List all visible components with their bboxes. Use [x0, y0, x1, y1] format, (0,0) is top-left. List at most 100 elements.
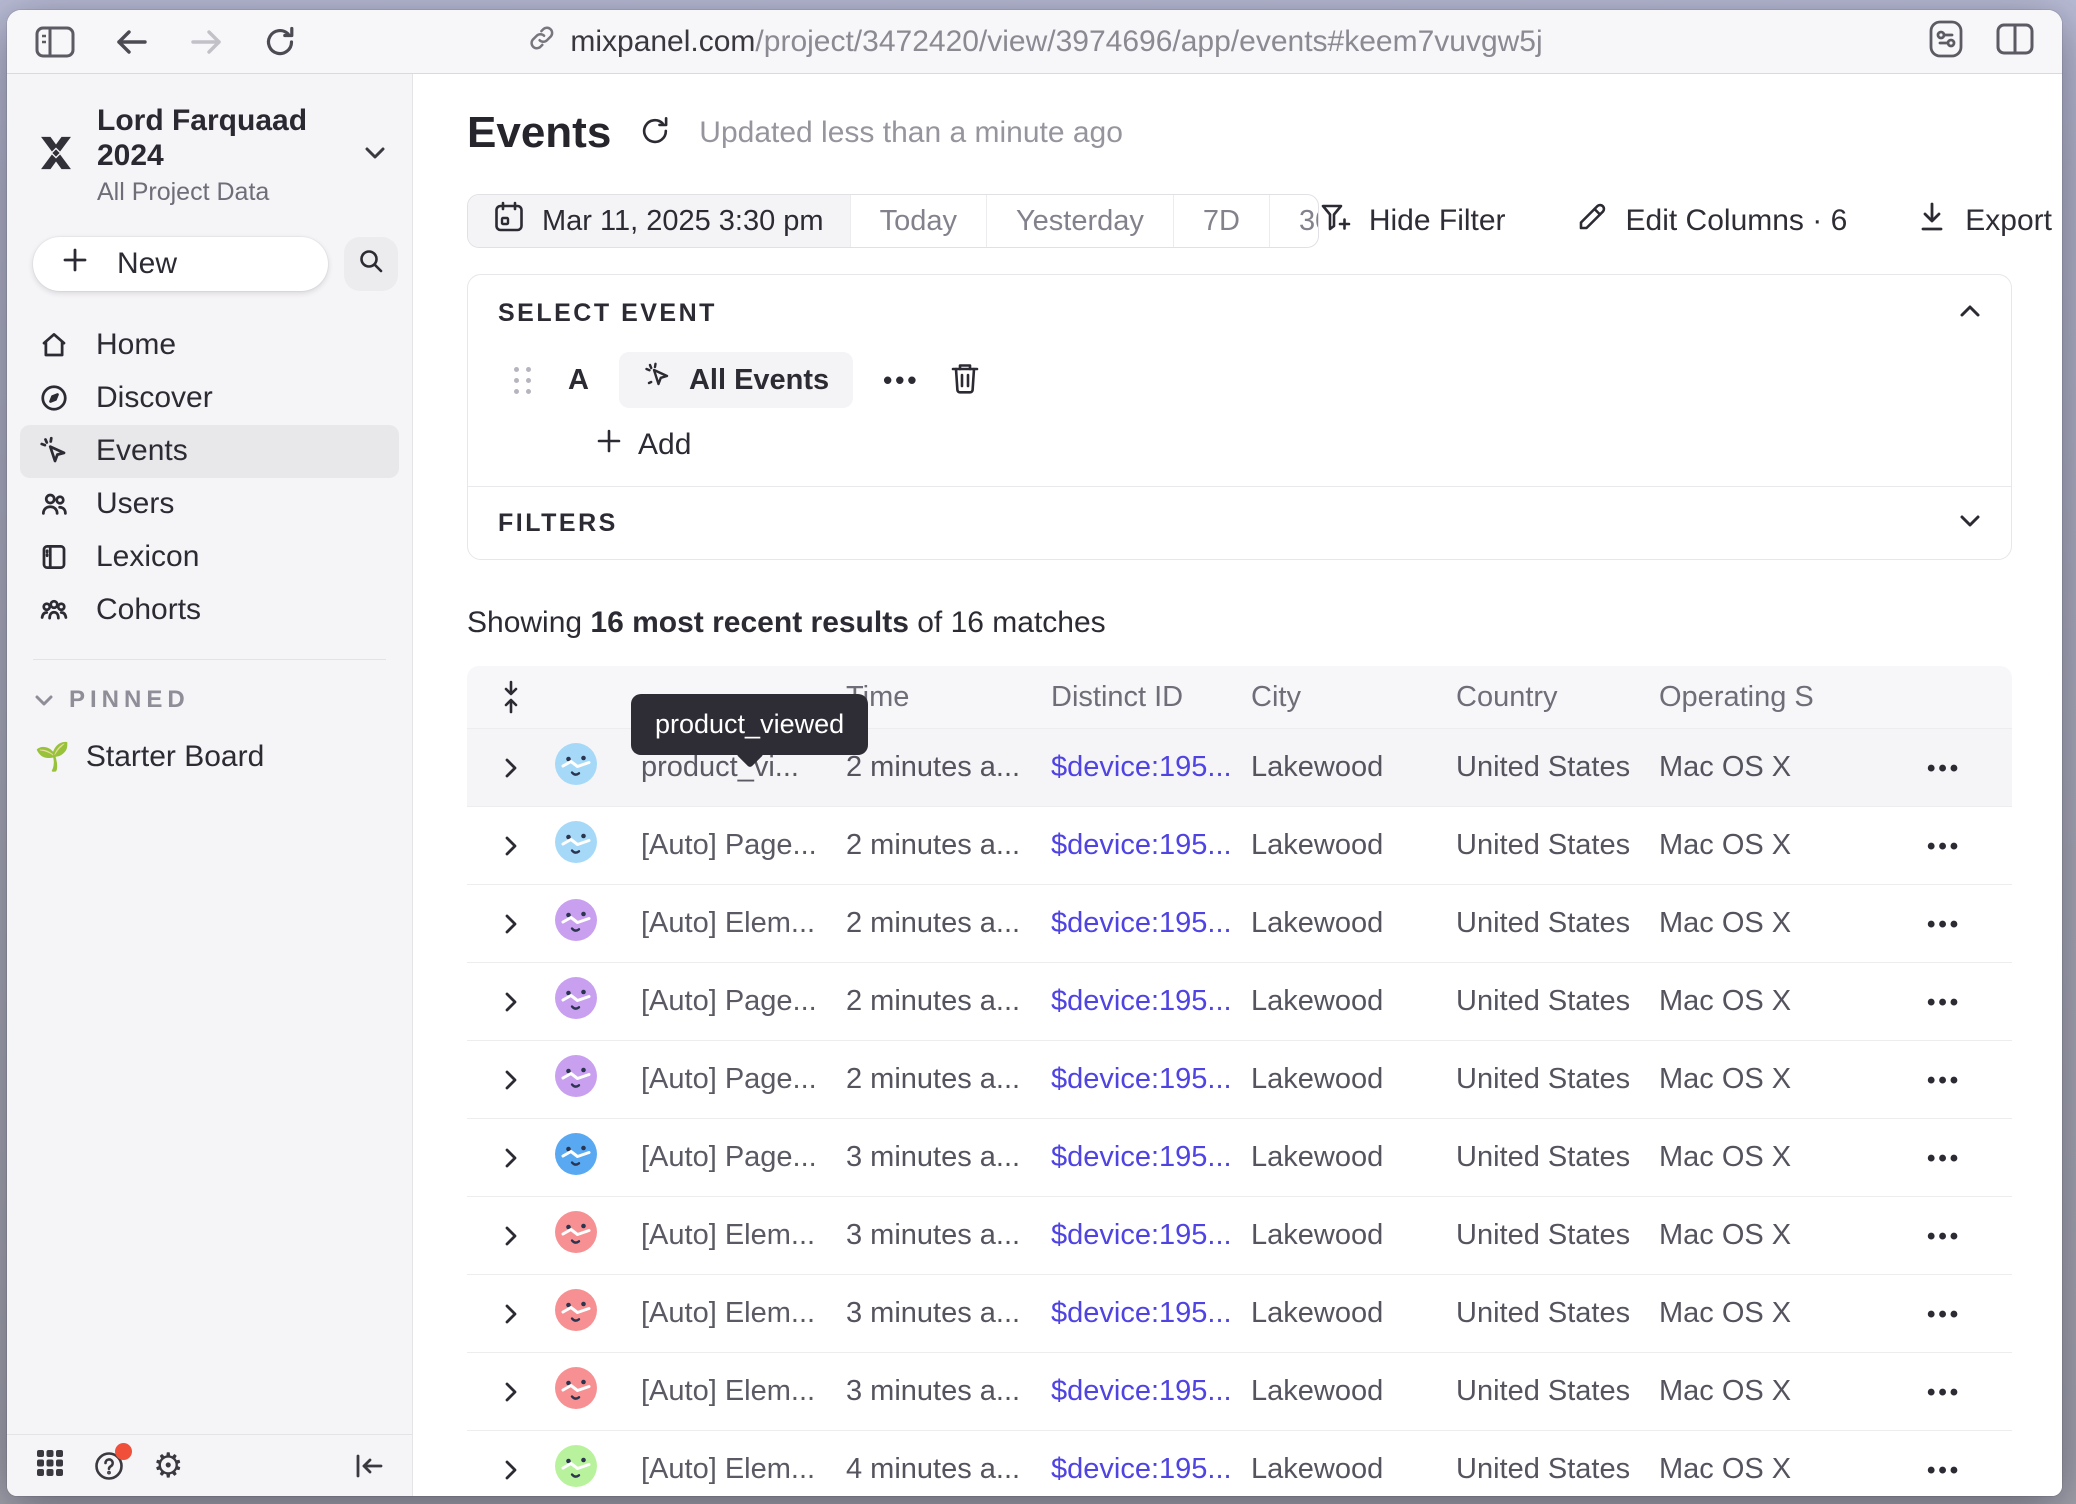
- distinct-id-link[interactable]: $device:195...: [1051, 1141, 1251, 1174]
- delete-clause-trash-icon[interactable]: [949, 361, 981, 400]
- expand-row-chevron-icon[interactable]: [467, 835, 555, 857]
- expand-row-chevron-icon[interactable]: [467, 1303, 555, 1325]
- pinned-section-header[interactable]: PINNED: [7, 660, 412, 714]
- time-cell: 4 minutes a...: [846, 1453, 1051, 1486]
- table-row[interactable]: [Auto] Elem... 4 minutes a... $device:19…: [467, 1430, 2012, 1496]
- row-menu-button[interactable]: •••: [1879, 751, 2012, 784]
- event-name-cell[interactable]: [Auto] Elem...: [641, 1219, 846, 1252]
- clause-more-button[interactable]: •••: [883, 365, 919, 396]
- date-range-selected[interactable]: Mar 11, 2025 3:30 pm: [468, 195, 850, 247]
- column-header-distinct-id[interactable]: Distinct ID: [1051, 681, 1251, 714]
- collapse-sidebar-icon[interactable]: [354, 1452, 384, 1480]
- drag-handle-icon[interactable]: [514, 367, 532, 394]
- row-menu-button[interactable]: •••: [1879, 1375, 2012, 1408]
- sidebar-item-home[interactable]: Home: [20, 319, 399, 372]
- event-name-cell[interactable]: [Auto] Elem...: [641, 1297, 846, 1330]
- distinct-id-link[interactable]: $device:195...: [1051, 1219, 1251, 1252]
- event-name-cell[interactable]: [Auto] Elem...: [641, 1453, 846, 1486]
- page-settings-icon[interactable]: [1928, 19, 1964, 64]
- row-menu-button[interactable]: •••: [1879, 985, 2012, 1018]
- table-row[interactable]: [Auto] Elem... 3 minutes a... $device:19…: [467, 1274, 2012, 1352]
- date-preset-7d[interactable]: 7D: [1173, 195, 1269, 247]
- distinct-id-link[interactable]: $device:195...: [1051, 1063, 1251, 1096]
- distinct-id-link[interactable]: $device:195...: [1051, 1375, 1251, 1408]
- sidebar-item-discover[interactable]: Discover: [20, 372, 399, 425]
- sidebar-item-lexicon[interactable]: Lexicon: [20, 531, 399, 584]
- event-selector-chip[interactable]: All Events: [619, 352, 853, 408]
- table-row[interactable]: [Auto] Elem... 3 minutes a... $device:19…: [467, 1352, 2012, 1430]
- expand-row-chevron-icon[interactable]: [467, 913, 555, 935]
- row-menu-button[interactable]: •••: [1879, 829, 2012, 862]
- event-name-cell[interactable]: [Auto] Page...: [641, 1141, 846, 1174]
- export-button[interactable]: Export: [1917, 201, 2052, 241]
- event-name-cell[interactable]: [Auto] Elem...: [641, 1375, 846, 1408]
- expand-row-chevron-icon[interactable]: [467, 1069, 555, 1091]
- row-menu-button[interactable]: •••: [1879, 1063, 2012, 1096]
- event-name-cell[interactable]: [Auto] Page...: [641, 985, 846, 1018]
- expand-row-chevron-icon[interactable]: [467, 991, 555, 1013]
- reload-button-icon[interactable]: [263, 25, 297, 59]
- collapse-section-chevron-up-icon[interactable]: [1959, 304, 1981, 323]
- expand-filters-chevron-down-icon[interactable]: [1959, 514, 1981, 533]
- address-bar[interactable]: mixpanel.com/project/3472420/view/397469…: [526, 23, 1542, 61]
- event-name-cell[interactable]: [Auto] Page...: [641, 1063, 846, 1096]
- country-cell: United States: [1456, 1375, 1659, 1408]
- distinct-id-link[interactable]: $device:195...: [1051, 1297, 1251, 1330]
- os-cell: Mac OS X: [1659, 1141, 1879, 1174]
- expand-row-chevron-icon[interactable]: [467, 1381, 555, 1403]
- new-button[interactable]: New: [33, 237, 328, 291]
- row-menu-button[interactable]: •••: [1879, 1141, 2012, 1174]
- table-row[interactable]: [Auto] Elem... 3 minutes a... $device:19…: [467, 1196, 2012, 1274]
- sidebar-item-cohorts[interactable]: Cohorts: [20, 584, 399, 637]
- apps-grid-icon[interactable]: [35, 1448, 65, 1483]
- row-menu-button[interactable]: •••: [1879, 1297, 2012, 1330]
- project-chevron-down-icon[interactable]: [364, 146, 386, 165]
- filters-label: FILTERS: [498, 509, 618, 538]
- table-row[interactable]: [Auto] Page... 3 minutes a... $device:19…: [467, 1118, 2012, 1196]
- add-event-button[interactable]: Add: [596, 428, 691, 462]
- distinct-id-link[interactable]: $device:195...: [1051, 829, 1251, 862]
- column-header-operating-s[interactable]: Operating S: [1659, 681, 1879, 714]
- split-view-icon[interactable]: [1996, 23, 2034, 60]
- search-button[interactable]: [344, 237, 398, 291]
- expand-row-chevron-icon[interactable]: [467, 1225, 555, 1247]
- table-row[interactable]: [Auto] Elem... 2 minutes a... $device:19…: [467, 884, 2012, 962]
- collapse-all-rows-icon[interactable]: [467, 680, 555, 714]
- distinct-id-link[interactable]: $device:195...: [1051, 751, 1251, 784]
- column-header-country[interactable]: Country: [1456, 681, 1659, 714]
- row-menu-button[interactable]: •••: [1879, 1219, 2012, 1252]
- settings-gear-icon[interactable]: ⚙: [153, 1449, 183, 1483]
- date-preset-30d[interactable]: 30D: [1269, 195, 1319, 247]
- country-cell: United States: [1456, 1297, 1659, 1330]
- browser-sidebar-toggle-icon[interactable]: [35, 26, 75, 58]
- expand-row-chevron-icon[interactable]: [467, 1459, 555, 1481]
- column-header-city[interactable]: City: [1251, 681, 1456, 714]
- edit-columns-button[interactable]: Edit Columns · 6: [1576, 201, 1848, 241]
- event-name-cell[interactable]: [Auto] Page...: [641, 829, 846, 862]
- project-switcher[interactable]: Lord Farquaad 2024 All Project Data: [7, 74, 412, 213]
- expand-row-chevron-icon[interactable]: [467, 1147, 555, 1169]
- help-icon[interactable]: [93, 1450, 125, 1482]
- event-avatar: [555, 1289, 597, 1331]
- distinct-id-link[interactable]: $device:195...: [1051, 1453, 1251, 1486]
- expand-row-chevron-icon[interactable]: [467, 757, 555, 779]
- hide-filter-button[interactable]: Hide Filter: [1319, 201, 1506, 241]
- distinct-id-link[interactable]: $device:195...: [1051, 985, 1251, 1018]
- pinned-item-starter-board[interactable]: 🌱 Starter Board: [7, 714, 412, 774]
- distinct-id-link[interactable]: $device:195...: [1051, 907, 1251, 940]
- refresh-icon[interactable]: [639, 115, 671, 152]
- table-row[interactable]: [Auto] Page... 2 minutes a... $device:19…: [467, 962, 2012, 1040]
- table-row[interactable]: [Auto] Page... 2 minutes a... $device:19…: [467, 806, 2012, 884]
- column-header-time[interactable]: Time: [846, 681, 1051, 714]
- sidebar-item-users[interactable]: Users: [20, 478, 399, 531]
- date-preset-today[interactable]: Today: [850, 195, 986, 247]
- forward-button-icon[interactable]: [189, 27, 223, 57]
- back-button-icon[interactable]: [115, 27, 149, 57]
- sidebar-item-events[interactable]: Events: [20, 425, 399, 478]
- date-preset-yesterday[interactable]: Yesterday: [986, 195, 1173, 247]
- table-row[interactable]: [Auto] Page... 2 minutes a... $device:19…: [467, 1040, 2012, 1118]
- event-name-cell[interactable]: [Auto] Elem...: [641, 907, 846, 940]
- row-menu-button[interactable]: •••: [1879, 1453, 2012, 1486]
- row-menu-button[interactable]: •••: [1879, 907, 2012, 940]
- city-cell: Lakewood: [1251, 1063, 1456, 1096]
